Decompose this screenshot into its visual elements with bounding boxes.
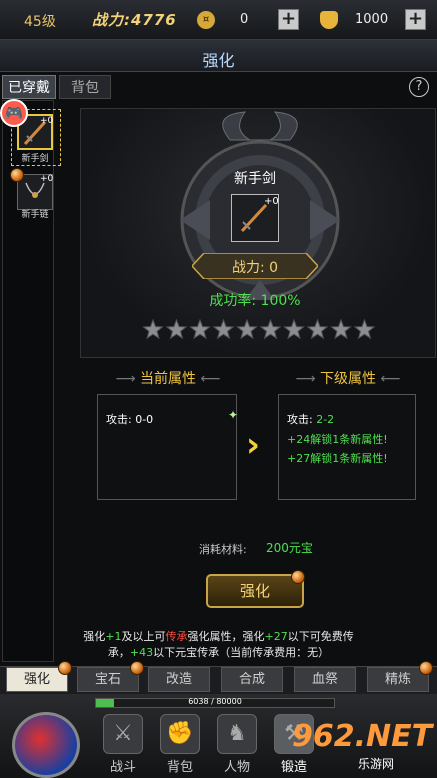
cost-label: 消耗材料: (199, 543, 247, 556)
item-power: 战力: 0 (231, 260, 279, 276)
star-icon (165, 319, 188, 340)
tab-bag[interactable]: 背包 (59, 75, 111, 99)
page-title: 强化 (202, 51, 235, 70)
coin-icon: ¤ (197, 11, 215, 29)
star-icon (306, 319, 329, 340)
character-icon: ♞ (217, 714, 257, 754)
attack-label: 攻击: (106, 413, 132, 426)
dock-battle[interactable]: ⚔ 战斗 (99, 714, 147, 775)
star-icon (283, 319, 305, 340)
unlock-line: +27解锁1条新属性! (287, 452, 388, 465)
star-icon (212, 319, 235, 340)
dock-character[interactable]: ♞ 人物 (213, 714, 261, 775)
slot-plus-level: +0 (40, 174, 54, 184)
star-rating (142, 319, 376, 340)
orb-badge-icon (10, 168, 24, 182)
slot-plus-level: +0 (40, 116, 54, 126)
gamepad-icon[interactable]: 🎮 (0, 99, 28, 127)
next-attributes-box: 攻击: 2-2 +24解锁1条新属性! +27解锁1条新属性! (278, 394, 416, 500)
orb-badge-icon (419, 661, 433, 675)
item-plus-level: +0 (264, 196, 279, 207)
enhance-button[interactable]: 强化 (206, 574, 304, 608)
add-coin-button[interactable]: + (278, 9, 299, 30)
star-icon (330, 319, 352, 340)
bag-icon: ✊ (160, 714, 200, 754)
current-attributes-box: 攻击: 0-0 (97, 394, 237, 500)
star-icon (236, 319, 258, 340)
orb-badge-icon (58, 661, 72, 675)
help-icon[interactable]: ? (409, 77, 429, 97)
slot-item-name: 新手剑 (21, 154, 49, 164)
combat-power: 战力:4776 (92, 11, 177, 29)
ingot-icon (320, 11, 338, 29)
slot-item-name: 新手链 (21, 210, 49, 220)
cost-value: 200元宝 (266, 541, 313, 555)
orb-badge-icon (130, 661, 144, 675)
tab-equipped[interactable]: 已穿戴 (2, 75, 56, 99)
star-icon (189, 319, 211, 340)
add-ingot-button[interactable]: + (405, 9, 426, 30)
tab-combine[interactable]: 合成 (221, 667, 283, 692)
sparkle-icon: ✦ (228, 408, 239, 422)
yin-yang-icon[interactable] (12, 712, 80, 778)
attack-label: 攻击: (287, 413, 313, 426)
success-rate: 成功率: 100% (209, 293, 301, 309)
crossed-swords-icon: ⚔ (103, 714, 143, 754)
attack-value: 2-2 (316, 413, 335, 426)
unlock-line: +24解锁1条新属性! (287, 433, 388, 446)
chevron-right-icon: › (246, 425, 261, 465)
star-icon (353, 319, 376, 340)
star-icon (259, 319, 282, 340)
dock-bag[interactable]: ✊ 背包 (156, 714, 204, 775)
orb-badge-icon (291, 570, 305, 584)
attack-value: 0-0 (135, 413, 154, 426)
rule-note: 承，+43以下元宝传承（当前传承费用：无） (107, 646, 330, 659)
rule-note: 强化+1及以上可传承强化属性，强化+27以下可免费传 (83, 630, 354, 643)
coin-amount: 0 (240, 12, 249, 27)
player-level: 45级 (24, 14, 56, 30)
tab-blood-sacrifice[interactable]: 血祭 (294, 667, 356, 692)
ingot-amount: 1000 (355, 12, 389, 27)
next-attributes-title: ⟶ 下级属性 ⟵ (295, 371, 401, 387)
item-name: 新手剑 (234, 171, 276, 187)
star-icon (142, 319, 164, 340)
xp-text: 6038 / 80000 (188, 697, 242, 706)
watermark-subtitle: 乐游网 (358, 757, 395, 771)
tab-modify[interactable]: 改造 (148, 667, 210, 692)
current-attributes-title: ⟶ 当前属性 ⟵ (115, 371, 221, 387)
